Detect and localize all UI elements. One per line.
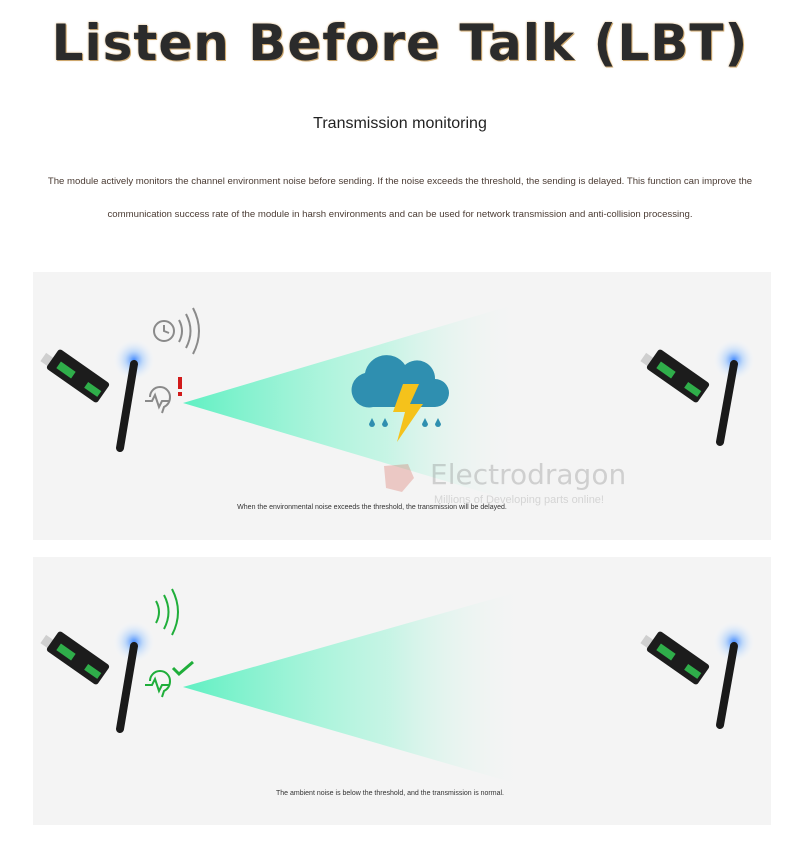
dragon-logo-icon — [384, 464, 414, 492]
right-lora-module — [640, 620, 756, 729]
watermark-name: Electrodragon — [430, 458, 627, 491]
exclamation-icon — [178, 377, 182, 396]
description-line-2: communication success rate of the module… — [107, 209, 693, 220]
checkmark-icon — [171, 660, 194, 677]
description-line-1: The module actively monitors the channel… — [47, 176, 753, 187]
lbt-panel-normal: The ambient noise is below the threshold… — [33, 557, 771, 825]
section-subtitle: Transmission monitoring — [313, 115, 487, 132]
clock-icon — [153, 307, 200, 355]
left-lora-module — [40, 620, 156, 733]
signal-waves-icon — [155, 588, 179, 636]
panel-caption: When the environmental noise exceeds the… — [237, 504, 507, 511]
panel-illustration-normal — [40, 588, 756, 787]
ear-warning-icon — [145, 386, 172, 414]
lbt-panel-delayed: Electrodragon Millions of Developing par… — [33, 272, 771, 540]
ear-ok-icon — [145, 670, 172, 698]
signal-beam — [183, 589, 528, 787]
watermark: Electrodragon Millions of Developing par… — [378, 458, 638, 508]
left-lora-module — [40, 338, 156, 452]
page-title: Listen Before Talk (LBT) — [51, 14, 749, 72]
right-lora-module — [640, 338, 756, 446]
panel-caption: The ambient noise is below the threshold… — [275, 790, 504, 797]
